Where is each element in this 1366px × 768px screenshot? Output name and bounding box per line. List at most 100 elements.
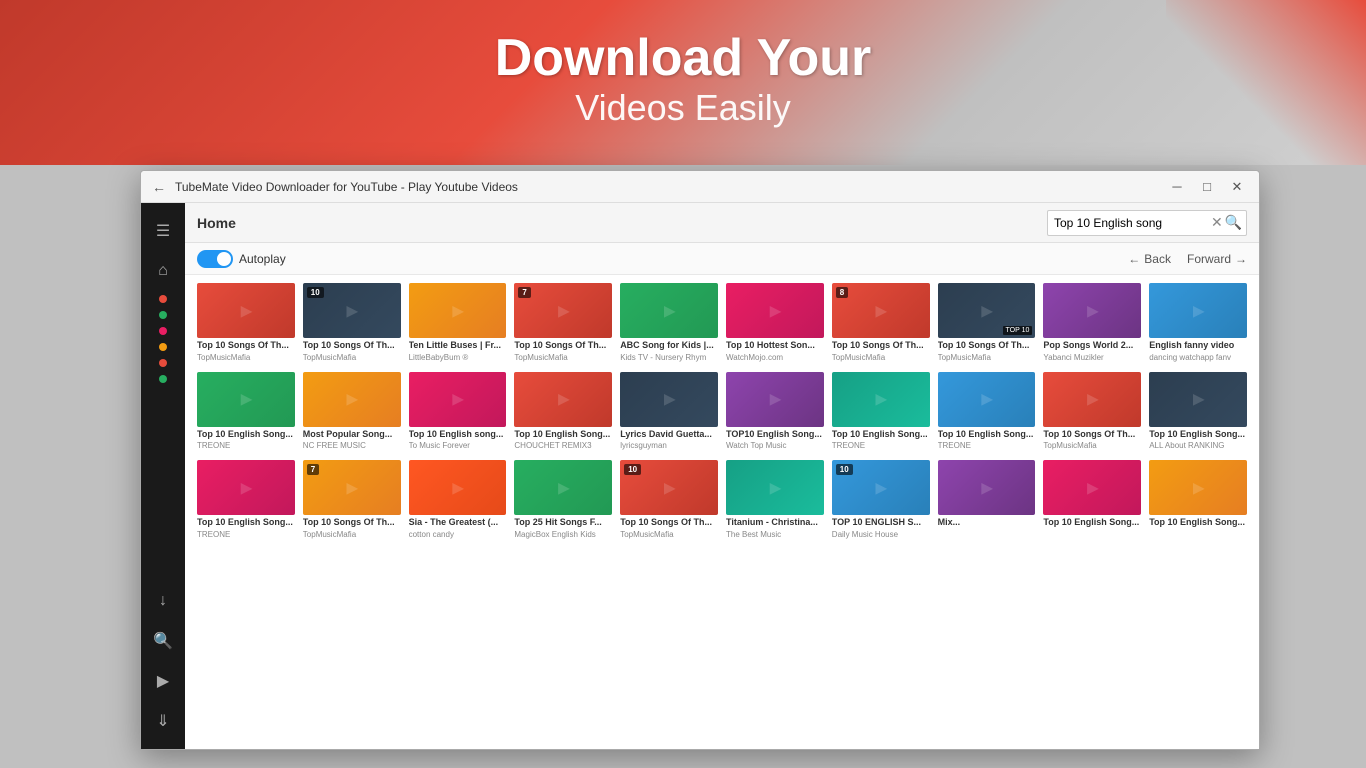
sidebar-download-icon[interactable]: ↓ (145, 583, 181, 619)
video-item[interactable]: TOP 10▶ Top 10 Songs Of Th...TopMusicMafi… (938, 283, 1036, 364)
video-item[interactable]: 10▶Top 10 Songs Of Th...TopMusicMafia (303, 283, 401, 364)
video-channel: TREONE (197, 530, 295, 539)
search-go-icon[interactable]: 🔍 (1225, 214, 1242, 231)
maximize-button[interactable]: □ (1193, 173, 1221, 201)
video-item[interactable]: ▶TOP10 English Song...Watch Top Music (726, 372, 824, 453)
back-arrow-icon: ← (1128, 252, 1140, 266)
sidebar-menu-icon[interactable]: ☰ (145, 213, 181, 249)
video-item[interactable]: ▶Sia - The Greatest (...cotton candy (409, 460, 507, 541)
sidebar-save-icon[interactable]: ⇓ (145, 703, 181, 739)
video-item[interactable]: ▶Top 10 English Song...TREONE (197, 372, 295, 453)
video-thumbnail: ▶ (1043, 460, 1141, 515)
video-item[interactable]: ▶English fanny videodancing watchapp fan… (1149, 283, 1247, 364)
main-content: Home ✕ 🔍 Autoplay ← Back (185, 203, 1259, 749)
video-channel: TREONE (938, 441, 1036, 450)
video-channel: CHOUCHET REMIX3 (514, 441, 612, 450)
video-item[interactable]: 10▶Top 10 Songs Of Th...TopMusicMafia (620, 460, 718, 541)
video-item[interactable]: ▶Ten Little Buses | Fr...LittleBabyBum ® (409, 283, 507, 364)
video-channel: TopMusicMafia (938, 353, 1036, 362)
video-grid-container[interactable]: ▶Top 10 Songs Of Th...TopMusicMafia10▶To… (185, 275, 1259, 749)
video-item[interactable]: ▶Top 10 English Song...TREONE (832, 372, 930, 453)
hero-subtitle: Videos Easily (495, 87, 872, 129)
video-title: Top 10 Songs Of Th... (938, 340, 1036, 352)
sidebar-dot-5 (159, 359, 167, 367)
video-channel: Yabanci Muzikler (1043, 353, 1141, 362)
search-clear-icon[interactable]: ✕ (1211, 214, 1223, 231)
minimize-button[interactable]: ─ (1163, 173, 1191, 201)
video-title: Top 10 Songs Of Th... (514, 340, 612, 352)
video-title: TOP 10 ENGLISH S... (832, 517, 930, 529)
video-item[interactable]: ▶Top 10 Hottest Son...WatchMojo.com (726, 283, 824, 364)
video-title: Top 10 Songs Of Th... (1043, 429, 1141, 441)
video-item[interactable]: ▶ Top 10 English Song...ALL About RANKING (1149, 372, 1247, 453)
video-channel: The Best Music (726, 530, 824, 539)
autoplay-switch[interactable] (197, 250, 233, 268)
video-item[interactable]: ▶Most Popular Song...NC FREE MUSIC (303, 372, 401, 453)
video-item[interactable]: ▶Top 10 English Song... (1043, 460, 1141, 541)
video-title: Sia - The Greatest (... (409, 517, 507, 529)
video-item[interactable]: 10▶TOP 10 ENGLISH S...Daily Music House (832, 460, 930, 541)
video-channel: TREONE (197, 441, 295, 450)
video-item[interactable]: ▶Top 10 Songs Of Th...TopMusicMafia (1043, 372, 1141, 453)
video-item[interactable]: 8▶Top 10 Songs Of Th...TopMusicMafia (832, 283, 930, 364)
autoplay-label: Autoplay (239, 252, 286, 266)
video-item[interactable]: ▶Top 10 English Song...TREONE (938, 372, 1036, 453)
back-button[interactable]: ← Back (1128, 252, 1171, 266)
video-item[interactable]: ▶Top 10 English Song...CHOUCHET REMIX3 (514, 372, 612, 453)
video-item[interactable]: ▶Titanium - Christina...The Best Music (726, 460, 824, 541)
video-item[interactable]: ▶Top 10 English Song...TREONE (197, 460, 295, 541)
video-thumbnail: ▶ (409, 372, 507, 427)
video-title: Top 10 English Song... (832, 429, 930, 441)
video-item[interactable]: ▶Pop Songs World 2...Yabanci Muzikler (1043, 283, 1141, 364)
search-box: ✕ 🔍 (1047, 210, 1247, 236)
video-channel: ALL About RANKING (1149, 441, 1247, 450)
video-channel: Daily Music House (832, 530, 930, 539)
video-thumbnail: ▶ (1149, 372, 1247, 427)
video-title: Mix... (938, 517, 1036, 529)
video-channel: TopMusicMafia (514, 353, 612, 362)
video-thumbnail: 10▶ (620, 460, 718, 515)
video-title: Top 10 English Song... (938, 429, 1036, 441)
video-thumbnail: TOP 10▶ (938, 283, 1036, 338)
hero-section: Download Your Videos Easily (495, 30, 872, 129)
video-item[interactable]: 7▶Top 10 Songs Of Th...TopMusicMafia (514, 283, 612, 364)
video-thumbnail: ▶ (1149, 283, 1247, 338)
video-item[interactable]: ▶Top 10 English song...To Music Forever (409, 372, 507, 453)
video-item[interactable]: 7▶Top 10 Songs Of Th...TopMusicMafia (303, 460, 401, 541)
video-item[interactable]: ▶Top 25 Hit Songs F...MagicBox English K… (514, 460, 612, 541)
sidebar-dot-3 (159, 327, 167, 335)
video-channel: TopMusicMafia (197, 353, 295, 362)
video-item[interactable]: ▶Top 10 English Song... (1149, 460, 1247, 541)
video-title: Top 25 Hit Songs F... (514, 517, 612, 529)
video-title: Ten Little Buses | Fr... (409, 340, 507, 352)
video-channel: NC FREE MUSIC (303, 441, 401, 450)
video-title: Top 10 English Song... (1149, 517, 1247, 529)
video-thumbnail: ▶ (620, 283, 718, 338)
video-thumbnail: ▶ (197, 460, 295, 515)
video-item[interactable]: ▶ABC Song for Kids |...Kids TV - Nursery… (620, 283, 718, 364)
sidebar-home-icon[interactable]: ⌂ (145, 253, 181, 289)
video-grid: ▶Top 10 Songs Of Th...TopMusicMafia10▶To… (197, 283, 1247, 541)
video-channel: cotton candy (409, 530, 507, 539)
sidebar-video-icon[interactable]: ▶ (145, 663, 181, 699)
video-channel: WatchMojo.com (726, 353, 824, 362)
video-item[interactable]: ▶Mix... (938, 460, 1036, 541)
title-bar-back-button[interactable]: ← (149, 177, 169, 197)
close-button[interactable]: ✕ (1223, 173, 1251, 201)
video-item[interactable]: ▶Lyrics David Guetta...lyricsguyman (620, 372, 718, 453)
video-channel: TREONE (832, 441, 930, 450)
video-channel: dancing watchapp fanv (1149, 353, 1247, 362)
video-thumbnail: ▶ (1043, 372, 1141, 427)
video-thumbnail: ▶ (1043, 283, 1141, 338)
video-item[interactable]: ▶Top 10 Songs Of Th...TopMusicMafia (197, 283, 295, 364)
video-title: Top 10 English Song... (1149, 429, 1247, 441)
app-title: TubeMate Video Downloader for YouTube - … (175, 180, 1163, 194)
video-channel: MagicBox English Kids (514, 530, 612, 539)
nav-bar: Autoplay ← Back Forward → (185, 243, 1259, 275)
forward-button[interactable]: Forward → (1187, 252, 1247, 266)
video-title: Top 10 English Song... (197, 429, 295, 441)
sidebar-search-icon[interactable]: 🔍 (145, 623, 181, 659)
video-thumbnail: ▶ (409, 283, 507, 338)
search-input[interactable] (1054, 216, 1209, 230)
video-channel: Kids TV - Nursery Rhym (620, 353, 718, 362)
